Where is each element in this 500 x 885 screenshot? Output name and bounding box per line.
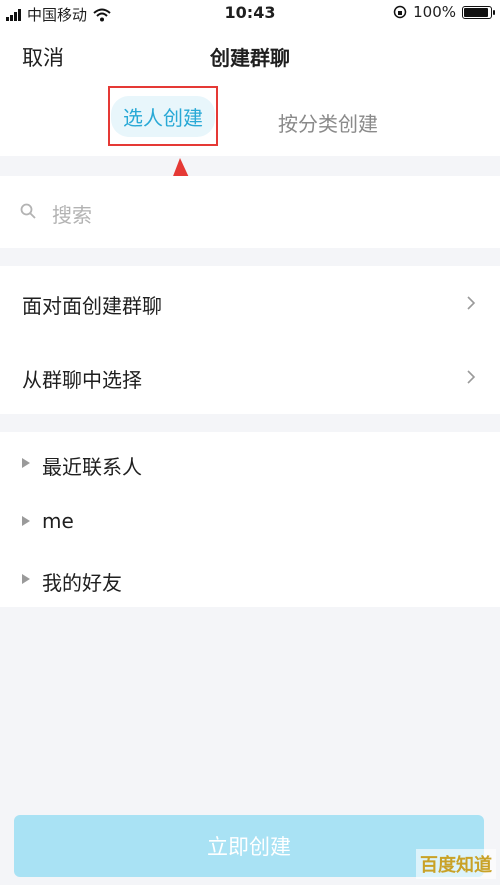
battery-percent: 100% — [413, 3, 456, 21]
group-recent-contacts[interactable]: 最近联系人 — [0, 434, 500, 492]
create-now-button[interactable]: 立即创建 — [14, 815, 484, 877]
expand-triangle-icon — [22, 574, 30, 584]
watermark-logo: 百度知道 — [416, 849, 496, 879]
group-label: 我的好友 — [42, 571, 122, 595]
chevron-right-icon — [467, 370, 476, 384]
create-options: 面对面创建群聊 从群聊中选择 — [0, 266, 500, 414]
menu-item-label: 面对面创建群聊 — [22, 294, 162, 318]
status-bar: 中国移动 10:43 100% — [0, 0, 500, 26]
tab-select-people-label: 选人创建 — [111, 95, 215, 137]
menu-item-face-to-face[interactable]: 面对面创建群聊 — [0, 266, 500, 340]
expand-triangle-icon — [22, 458, 30, 468]
menu-item-from-group[interactable]: 从群聊中选择 — [0, 340, 500, 414]
chevron-right-icon — [467, 296, 476, 310]
orientation-lock-icon — [393, 5, 407, 19]
contact-groups: 最近联系人 me 我的好友 — [0, 432, 500, 607]
search-bar[interactable]: 搜索 — [0, 176, 500, 248]
group-me[interactable]: me — [0, 492, 500, 550]
tab-bar: 选人创建 按分类创建 — [0, 86, 500, 156]
tab-by-category[interactable]: 按分类创建 — [278, 108, 378, 137]
search-icon — [20, 203, 36, 219]
menu-item-label: 从群聊中选择 — [22, 368, 142, 392]
nav-bar: 取消 创建群聊 — [0, 26, 500, 86]
battery-icon — [462, 5, 495, 19]
expand-triangle-icon — [22, 516, 30, 526]
group-label: 最近联系人 — [42, 455, 142, 479]
group-label: me — [42, 509, 74, 533]
group-my-friends[interactable]: 我的好友 — [0, 550, 500, 608]
search-input[interactable]: 搜索 — [52, 199, 92, 228]
page-title: 创建群聊 — [210, 46, 290, 70]
tab-select-people[interactable]: 选人创建 — [108, 86, 218, 146]
status-right: 100% — [393, 3, 495, 21]
